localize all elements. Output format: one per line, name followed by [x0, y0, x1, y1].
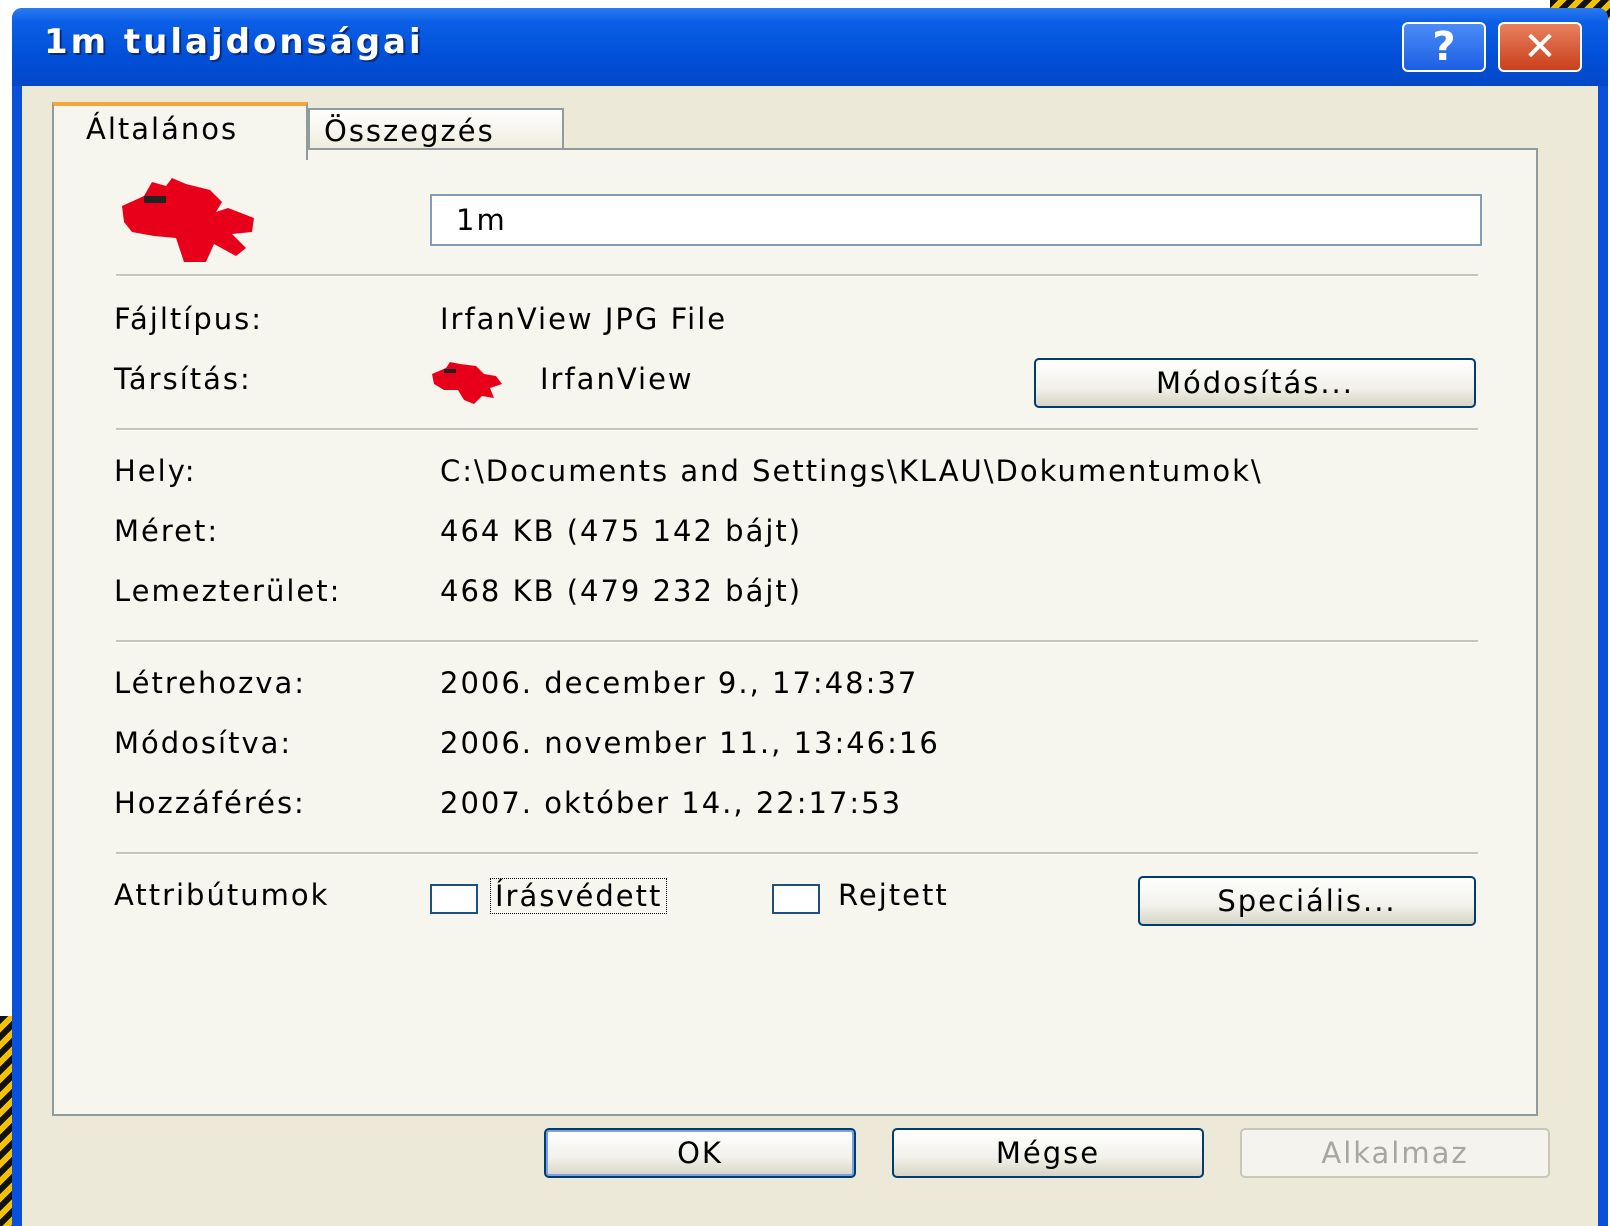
created-value: 2006. december 9., 17:48:37 [440, 666, 919, 700]
apply-button[interactable]: Alkalmaz [1240, 1128, 1550, 1178]
location-value: C:\Documents and Settings\KLAU\Dokumentu… [440, 454, 1263, 488]
ok-button[interactable]: OK [544, 1128, 856, 1178]
separator [116, 852, 1478, 855]
separator [116, 640, 1478, 643]
hidden-checkbox[interactable] [772, 884, 820, 914]
type-value: IrfanView JPG File [440, 302, 728, 336]
attributes-label: Attribútumok [114, 878, 330, 912]
accessed-label: Hozzáférés: [114, 786, 306, 820]
size-value: 464 KB (475 142 bájt) [440, 514, 803, 548]
size-label: Méret: [114, 514, 220, 548]
modified-value: 2006. november 11., 13:46:16 [440, 726, 940, 760]
disk-size-label: Lemezterület: [114, 574, 342, 608]
opens-with-value: IrfanView [540, 362, 694, 396]
file-name-input[interactable] [430, 194, 1482, 246]
created-label: Létrehozva: [114, 666, 307, 700]
close-icon: ✕ [1523, 24, 1557, 70]
irfanview-icon [122, 178, 254, 262]
properties-dialog: 1m tulajdonságai ? ✕ Összegzés Általános… [12, 8, 1608, 1226]
opens-with-label: Társítás: [114, 362, 252, 396]
change-button[interactable]: Módosítás... [1034, 358, 1476, 408]
tab-general[interactable]: Általános [52, 102, 308, 160]
modified-label: Módosítva: [114, 726, 293, 760]
irfanview-small-icon [432, 362, 502, 404]
general-tab-panel: Fájltípus: IrfanView JPG File Társítás: … [52, 148, 1538, 1116]
accessed-value: 2007. október 14., 22:17:53 [440, 786, 903, 820]
title-bar[interactable]: 1m tulajdonságai ? ✕ [12, 8, 1608, 86]
readonly-label[interactable]: Írásvédett [490, 878, 668, 914]
cancel-button[interactable]: Mégse [892, 1128, 1204, 1178]
help-icon: ? [1432, 24, 1456, 70]
readonly-checkbox[interactable] [430, 884, 478, 914]
location-label: Hely: [114, 454, 197, 488]
disk-size-value: 468 KB (479 232 bájt) [440, 574, 803, 608]
separator [116, 428, 1478, 431]
separator [116, 274, 1478, 277]
hidden-label[interactable]: Rejtett [838, 878, 949, 912]
advanced-button[interactable]: Speciális... [1138, 876, 1476, 926]
type-label: Fájltípus: [114, 302, 263, 336]
help-button[interactable]: ? [1402, 22, 1486, 72]
close-button[interactable]: ✕ [1498, 22, 1582, 72]
dialog-body: Összegzés Általános Fájltípus: IrfanView… [22, 86, 1598, 1226]
window-title: 1m tulajdonságai [44, 22, 424, 62]
